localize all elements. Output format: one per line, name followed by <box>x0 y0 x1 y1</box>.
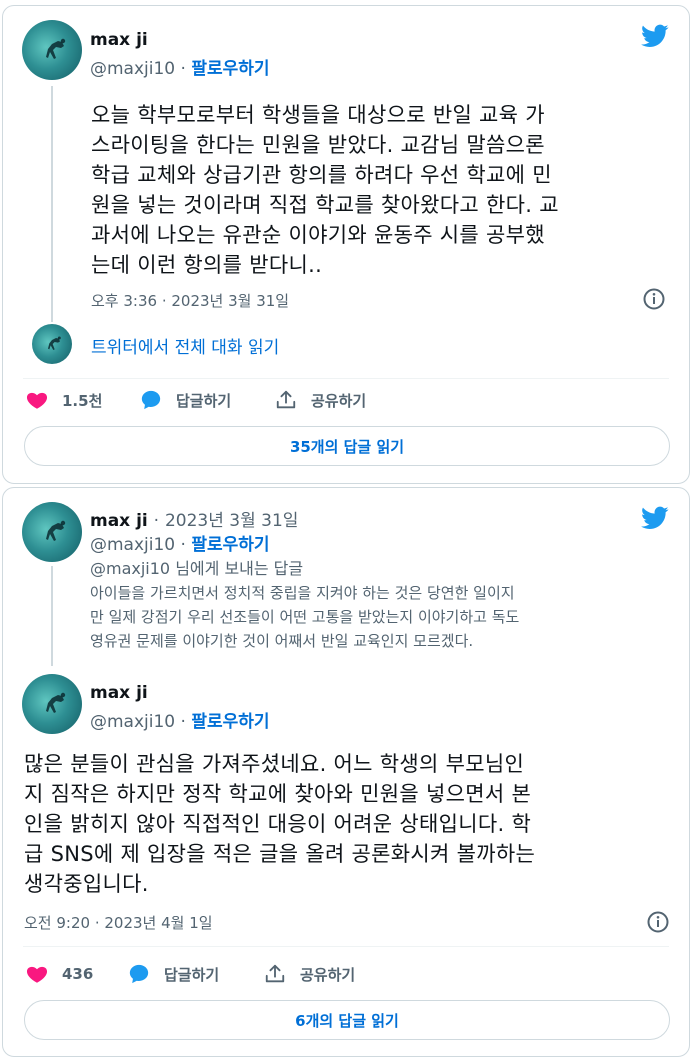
reply-to-label[interactable]: @maxji10 님에게 보내는 답글 <box>90 555 303 579</box>
avatar[interactable] <box>22 20 82 80</box>
tweet-body: 많은 분들이 관심을 가져주셨네요. 어느 학생의 부모님인 지 짐작은 하지만… <box>24 749 535 899</box>
tweet-body-line: 인을 밝히지 않아 직접적인 대응이 어려운 상태입니다. 학 <box>24 812 532 836</box>
reply-bubble-icon <box>140 389 162 411</box>
author-handle-row: @maxji10 · 팔로우하기 <box>90 54 270 79</box>
reply-button[interactable]: 답글하기 <box>128 963 219 985</box>
follow-button[interactable]: 팔로우하기 <box>191 59 269 79</box>
share-icon <box>275 389 297 411</box>
tweet-body-line: 생각중입니다. <box>24 872 149 896</box>
share-label: 공유하기 <box>311 391 367 410</box>
parent-date[interactable]: 2023년 3월 31일 <box>165 511 298 531</box>
avatar-small[interactable] <box>32 324 72 364</box>
author-handle[interactable]: @maxji10 <box>90 712 175 732</box>
read-full-conversation-link[interactable]: 트위터에서 전체 대화 읽기 <box>91 333 279 358</box>
timestamp[interactable]: 오후 3:36 · 2023년 3월 31일 <box>91 290 289 311</box>
share-icon <box>264 963 286 985</box>
separator: · <box>180 712 186 732</box>
follow-button[interactable]: 팔로우하기 <box>191 535 269 555</box>
tweet-card-1: max ji @maxji10 · 팔로우하기 오늘 학부모로부터 학생들을 대… <box>2 5 690 484</box>
like-button[interactable]: 436 <box>26 963 93 985</box>
separator: · <box>153 511 160 531</box>
tweet-body: 오늘 학부모로부터 학생들을 대상으로 반일 교육 가 스라이팅을 한다는 민원… <box>91 100 559 280</box>
avatar[interactable] <box>22 502 82 562</box>
tweet-card-2: max ji · 2023년 3월 31일 @maxji10 · 팔로우하기 @… <box>2 487 690 1057</box>
author-name[interactable]: max ji <box>90 30 148 50</box>
read-replies-button[interactable]: 6개의 답글 읽기 <box>24 1000 670 1040</box>
tweet-body-line: 오늘 학부모로부터 학생들을 대상으로 반일 교육 가 <box>91 103 545 127</box>
tweet-body-line: 학급 교체와 상급기관 항의를 하려다 우선 학교에 민 <box>91 163 552 187</box>
like-button[interactable]: 1.5천 <box>26 389 102 411</box>
tweet-body-line: 많은 분들이 관심을 가져주셨네요. 어느 학생의 부모님인 <box>24 752 525 776</box>
parent-body-line: 영유권 문제를 이야기한 것이 어째서 반일 교육인지 모르겠다. <box>90 632 474 650</box>
divider <box>23 946 669 947</box>
share-button[interactable]: 공유하기 <box>264 963 355 985</box>
reply-label: 답글하기 <box>164 965 220 984</box>
share-label: 공유하기 <box>300 965 356 984</box>
tweet-body-line: 는데 이런 항의를 받다니.. <box>91 253 323 277</box>
parent-author-row: max ji · 2023년 3월 31일 <box>90 506 298 531</box>
parent-body-line: 아이들을 가르치면서 정치적 중립을 지켜야 하는 것은 당연한 일이지 <box>90 584 515 602</box>
reply-button[interactable]: 답글하기 <box>140 389 231 411</box>
tweet-body-line: 급 SNS에 제 입장을 적은 글을 올려 공론화시켜 볼까하는 <box>24 842 536 866</box>
parent-handle-row: @maxji10 · 팔로우하기 <box>90 530 270 555</box>
heart-icon <box>26 389 48 411</box>
parent-author-name[interactable]: max ji <box>90 511 148 531</box>
info-icon[interactable] <box>642 287 666 311</box>
avatar[interactable] <box>22 674 82 734</box>
twitter-bird-icon[interactable] <box>639 504 671 532</box>
thread-line <box>51 566 53 666</box>
parent-body-line: 만 일제 강점기 우리 선조들이 어떤 고통을 받았는지 이야기하고 독도 <box>90 608 520 626</box>
author-handle[interactable]: @maxji10 <box>90 59 175 79</box>
share-button[interactable]: 공유하기 <box>275 389 366 411</box>
tweet-body-line: 스라이팅을 한다는 민원을 받았다. 교감님 말씀으론 <box>91 133 545 157</box>
timestamp[interactable]: 오전 9:20 · 2023년 4월 1일 <box>24 912 213 933</box>
separator: · <box>180 535 186 555</box>
like-count: 436 <box>62 965 94 983</box>
follow-button[interactable]: 팔로우하기 <box>191 712 269 732</box>
author-handle-row: @maxji10 · 팔로우하기 <box>90 707 270 732</box>
reply-bubble-icon <box>128 963 150 985</box>
tweet-body-line: 원을 넣는 것이라며 직접 학교를 찾아왔다고 한다. 교 <box>91 193 559 217</box>
reply-label: 답글하기 <box>176 391 232 410</box>
twitter-bird-icon[interactable] <box>639 22 671 50</box>
parent-tweet-body: 아이들을 가르치면서 정치적 중립을 지켜야 하는 것은 당연한 일이지 만 일… <box>90 581 519 653</box>
thread-line <box>51 86 53 322</box>
like-count: 1.5천 <box>62 391 103 410</box>
parent-author-handle[interactable]: @maxji10 <box>90 535 175 555</box>
separator: · <box>180 59 186 79</box>
info-icon[interactable] <box>646 910 670 934</box>
author-name[interactable]: max ji <box>90 683 148 703</box>
heart-icon <box>26 963 48 985</box>
tweet-body-line: 과서에 나오는 유관순 이야기와 윤동주 시를 공부했 <box>91 223 545 247</box>
tweet-body-line: 지 짐작은 하지만 정작 학교에 찾아와 민원을 넣으면서 본 <box>24 782 532 806</box>
read-replies-button[interactable]: 35개의 답글 읽기 <box>24 426 670 466</box>
divider <box>23 378 669 379</box>
